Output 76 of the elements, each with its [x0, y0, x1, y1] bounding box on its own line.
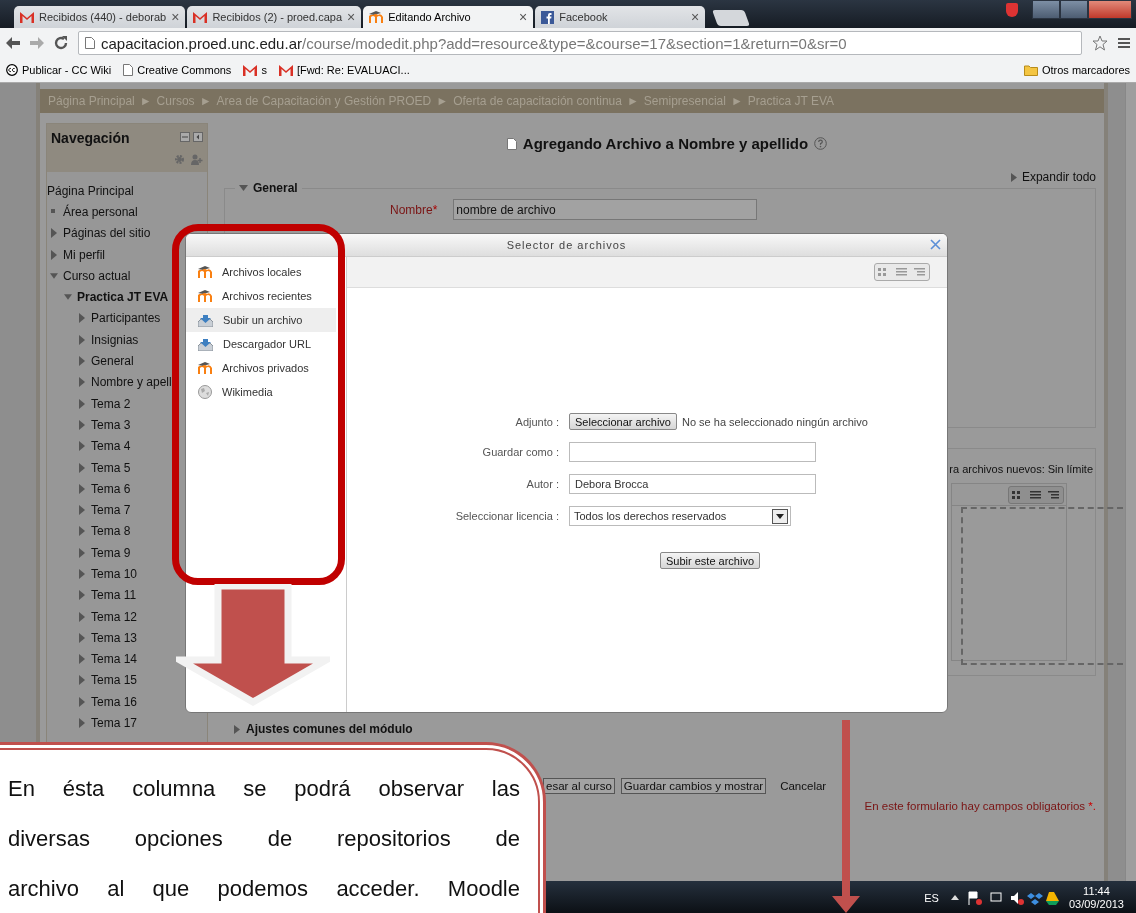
nav-item[interactable]: Tema 12: [91, 609, 138, 624]
nav-item[interactable]: Tema 5: [91, 460, 131, 475]
clock-date[interactable]: 03/09/2013: [1068, 897, 1124, 911]
nav-item[interactable]: Área personal: [63, 204, 138, 219]
tab-close-button[interactable]: ×: [171, 10, 180, 24]
tab-close-button[interactable]: ×: [347, 10, 356, 24]
nav-item[interactable]: Tema 3: [91, 417, 131, 432]
breadcrumb-separator: ►: [436, 94, 449, 108]
repository-item[interactable]: Descargador URL: [186, 332, 336, 356]
nav-item[interactable]: Tema 15: [91, 673, 138, 688]
nav-item[interactable]: Tema 9: [91, 545, 131, 560]
field-label: Guardar como :: [482, 446, 559, 458]
annotation-text: En ésta columna se podrá observar las diversas opciones de repositorios de archivo al que podemos acceder. Moodle: [8, 775, 520, 903]
nav-item[interactable]: Página Principal: [47, 183, 134, 198]
expand-all-link[interactable]: Expandir todo: [1021, 170, 1096, 184]
field-label: Adjunto :: [515, 415, 559, 428]
repository-item[interactable]: Archivos privados: [186, 356, 336, 380]
form-button[interactable]: esar al curso: [543, 778, 615, 794]
nav-item[interactable]: Tema 17: [91, 716, 138, 731]
nav-item[interactable]: General: [91, 354, 134, 368]
nav-item[interactable]: Tema 8: [91, 524, 131, 539]
nav-item[interactable]: Practica JT EVA: [77, 290, 169, 305]
breadcrumb-separator: ►: [139, 94, 152, 108]
language-indicator[interactable]: ES: [924, 891, 939, 904]
clock-time[interactable]: 11:44: [1083, 884, 1110, 898]
nav-item[interactable]: Páginas del sitio: [63, 226, 151, 241]
browser-tab[interactable]: Facebook ×: [535, 6, 706, 28]
nav-item[interactable]: Insignias: [91, 332, 139, 347]
file-status-text: No se ha seleccionado ningún archivo: [682, 415, 868, 428]
nav-item[interactable]: Tema 2: [91, 396, 131, 411]
nav-item[interactable]: Tema 7: [91, 503, 131, 518]
author-field[interactable]: Debora Brocca: [569, 474, 816, 494]
browser-tab[interactable]: Editando Archivo ×: [363, 6, 534, 28]
browser-tab[interactable]: Recibidos (440) - deborab ×: [14, 6, 186, 28]
repository-item[interactable]: Subir un archivo: [186, 308, 336, 332]
field-label: Seleccionar licencia :: [455, 510, 559, 522]
address-bar[interactable]: capacitacion.proed.unc.edu.ar/course/modedit.php?add=resource&type=&course=17&section=1&return=0&sr=0: [78, 31, 1082, 55]
bookmark[interactable]: [Fwd: Re: EVALUACI...: [296, 64, 410, 76]
nav-item[interactable]: Tema 13: [91, 630, 138, 645]
dialog-title: Selector de archivos: [506, 239, 627, 251]
nav-item[interactable]: Tema 4: [91, 439, 131, 454]
breadcrumb-separator: ►: [730, 94, 743, 108]
upload-button[interactable]: Subir este archivo: [659, 552, 760, 569]
field-label: Autor :: [526, 478, 559, 490]
file-limit-text: ra archivos nuevos: Sin límite: [949, 463, 1093, 475]
nav-item[interactable]: Tema 10: [91, 567, 138, 581]
nav-item[interactable]: Nombre y apell: [91, 375, 172, 390]
bookmark-folder[interactable]: Otros marcadores: [1041, 64, 1130, 76]
nav-item[interactable]: Tema 16: [91, 694, 138, 709]
cancel-link[interactable]: Cancelar: [780, 780, 827, 792]
nav-item[interactable]: Tema 11: [91, 588, 137, 603]
repository-item[interactable]: Archivos locales: [186, 260, 336, 284]
breadcrumb-separator: ►: [199, 94, 212, 108]
repository-item[interactable]: Wikimedia: [186, 380, 336, 404]
license-dropdown[interactable]: Todos los derechos reservados: [569, 506, 791, 526]
browser-tab[interactable]: Recibidos (2) - proed.capa ×: [187, 6, 362, 28]
nav-item[interactable]: Tema 14: [91, 652, 138, 667]
field-label: Nombre*: [390, 202, 438, 217]
required-fields-note: En este formulario hay campos obligatorios *.: [864, 800, 1096, 812]
nav-item[interactable]: Tema 6: [91, 481, 131, 496]
tab-close-button[interactable]: ×: [691, 10, 700, 24]
bookmark[interactable]: s: [261, 64, 267, 76]
nav-item[interactable]: Participantes: [91, 311, 161, 326]
nav-item[interactable]: Mi perfil: [63, 247, 105, 262]
tab-close-button[interactable]: ×: [519, 10, 528, 24]
repository-item[interactable]: Archivos recientes: [186, 284, 336, 308]
form-button[interactable]: Guardar cambios y mostrar: [620, 778, 767, 794]
choose-file-button[interactable]: Seleccionar archivo: [569, 413, 677, 430]
bookmark[interactable]: Creative Commons: [137, 64, 232, 76]
breadcrumb-separator: ►: [626, 94, 639, 108]
name-field[interactable]: nombre de archivo: [453, 199, 758, 220]
block-title: Navegación: [51, 130, 130, 146]
section-title[interactable]: Ajustes comunes del módulo: [246, 722, 413, 736]
bookmark[interactable]: Publicar - CC Wiki: [22, 64, 112, 76]
nav-item[interactable]: Curso actual: [63, 268, 131, 283]
page-heading: Agregando Archivo a Nombre y apellido: [522, 135, 809, 152]
